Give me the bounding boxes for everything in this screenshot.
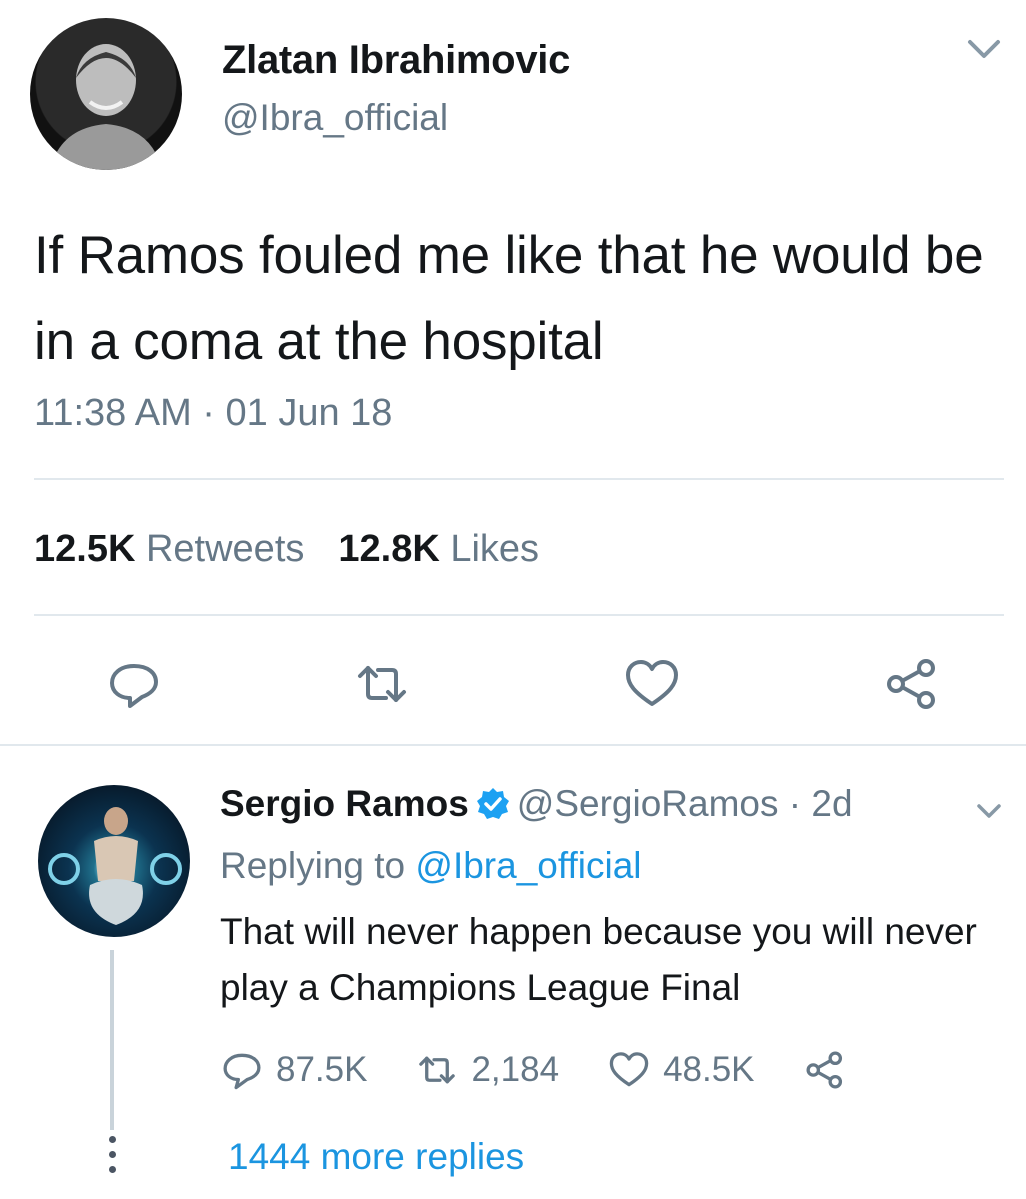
reply-like-button[interactable]: 48.5K xyxy=(607,1048,755,1092)
reply-share-button[interactable] xyxy=(803,1048,859,1092)
reply-icon xyxy=(110,664,158,708)
likes-label: Likes xyxy=(450,528,540,570)
reply-text: That will never happen because you will … xyxy=(220,911,977,1008)
author-name[interactable]: Zlatan Ibrahimovic xyxy=(222,38,570,83)
reply-button[interactable] xyxy=(104,654,164,714)
tweet-text: If Ramos fouled me like that he would be… xyxy=(34,226,984,371)
thread-more-icon[interactable] xyxy=(104,1136,120,1181)
author-avatar[interactable] xyxy=(30,18,182,170)
like-button[interactable] xyxy=(622,654,682,714)
reply-header: Sergio Ramos @SergioRamos · 2d xyxy=(220,783,853,825)
reply-author-handle[interactable]: @SergioRamos xyxy=(517,783,779,824)
replying-to: Replying to @Ibra_official xyxy=(220,845,642,887)
retweets-stat[interactable]: 12.5K Retweets xyxy=(34,528,304,570)
retweet-button[interactable] xyxy=(352,654,412,714)
likes-count: 12.8K xyxy=(338,528,440,570)
share-icon xyxy=(887,659,935,709)
thread-line xyxy=(110,950,114,1130)
divider xyxy=(34,478,1004,480)
replying-prefix: Replying to xyxy=(220,845,406,886)
like-icon xyxy=(626,660,678,706)
likes-stat[interactable]: 12.8K Likes xyxy=(338,528,539,570)
author-handle[interactable]: @Ibra_official xyxy=(222,97,448,139)
retweet-icon xyxy=(358,666,406,702)
like-icon xyxy=(609,1052,649,1087)
reply-age: · 2d xyxy=(788,783,853,824)
verified-badge-icon xyxy=(475,786,511,822)
retweets-label: Retweets xyxy=(145,528,305,570)
chevron-down-icon[interactable] xyxy=(964,34,1004,64)
reply-action-bar: 87.5K 2,184 48.5K xyxy=(220,1048,859,1092)
more-replies-link[interactable]: 1444 more replies xyxy=(228,1136,524,1178)
divider xyxy=(34,614,1004,616)
reply-author-avatar[interactable] xyxy=(38,785,190,937)
tweet-stats: 12.5K Retweets 12.8K Likes xyxy=(34,528,539,571)
reply-reply-count: 87.5K xyxy=(276,1050,368,1089)
reply-retweet-count: 2,184 xyxy=(471,1050,560,1089)
reply-retweet-button[interactable]: 2,184 xyxy=(415,1048,559,1092)
reply-like-count: 48.5K xyxy=(663,1050,755,1089)
reply-reply-button[interactable]: 87.5K xyxy=(220,1048,367,1092)
reply-icon xyxy=(223,1053,261,1090)
tweet-timestamp[interactable]: 11:38 AM · 01 Jun 18 xyxy=(34,392,392,435)
chevron-down-icon[interactable] xyxy=(974,800,1004,822)
replying-mention-link[interactable]: @Ibra_official xyxy=(415,845,641,886)
divider xyxy=(0,744,1026,746)
share-icon xyxy=(806,1051,842,1089)
reply-author-name[interactable]: Sergio Ramos xyxy=(220,783,469,824)
retweets-count: 12.5K xyxy=(34,528,136,570)
retweet-icon xyxy=(419,1056,456,1084)
share-button[interactable] xyxy=(882,654,942,714)
